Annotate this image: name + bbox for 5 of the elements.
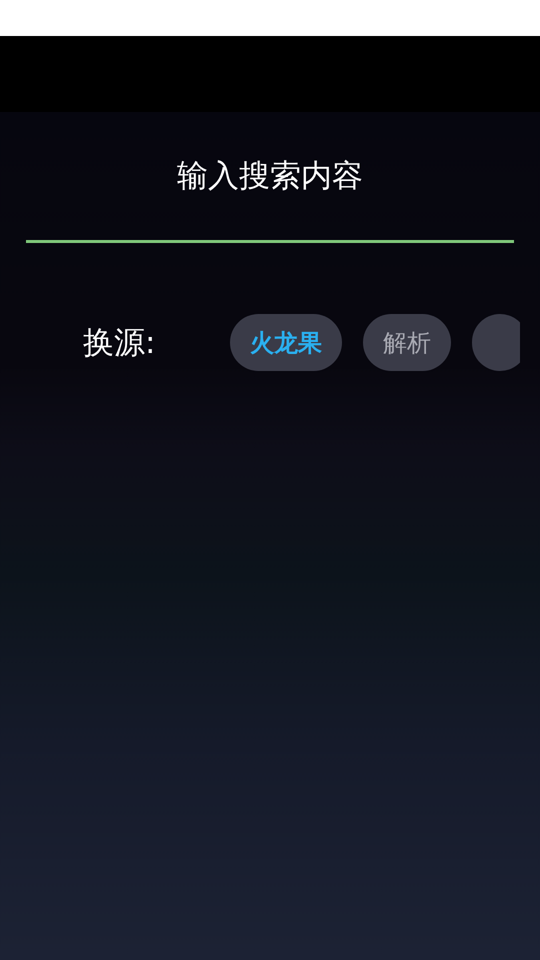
search-field[interactable]: 输入搜索内容 [26,150,514,243]
source-chip[interactable]: 解析 [363,314,451,371]
source-chip[interactable]: 火龙果 [230,314,342,371]
source-label: 换源: [83,324,156,362]
source-chip[interactable] [472,314,520,371]
